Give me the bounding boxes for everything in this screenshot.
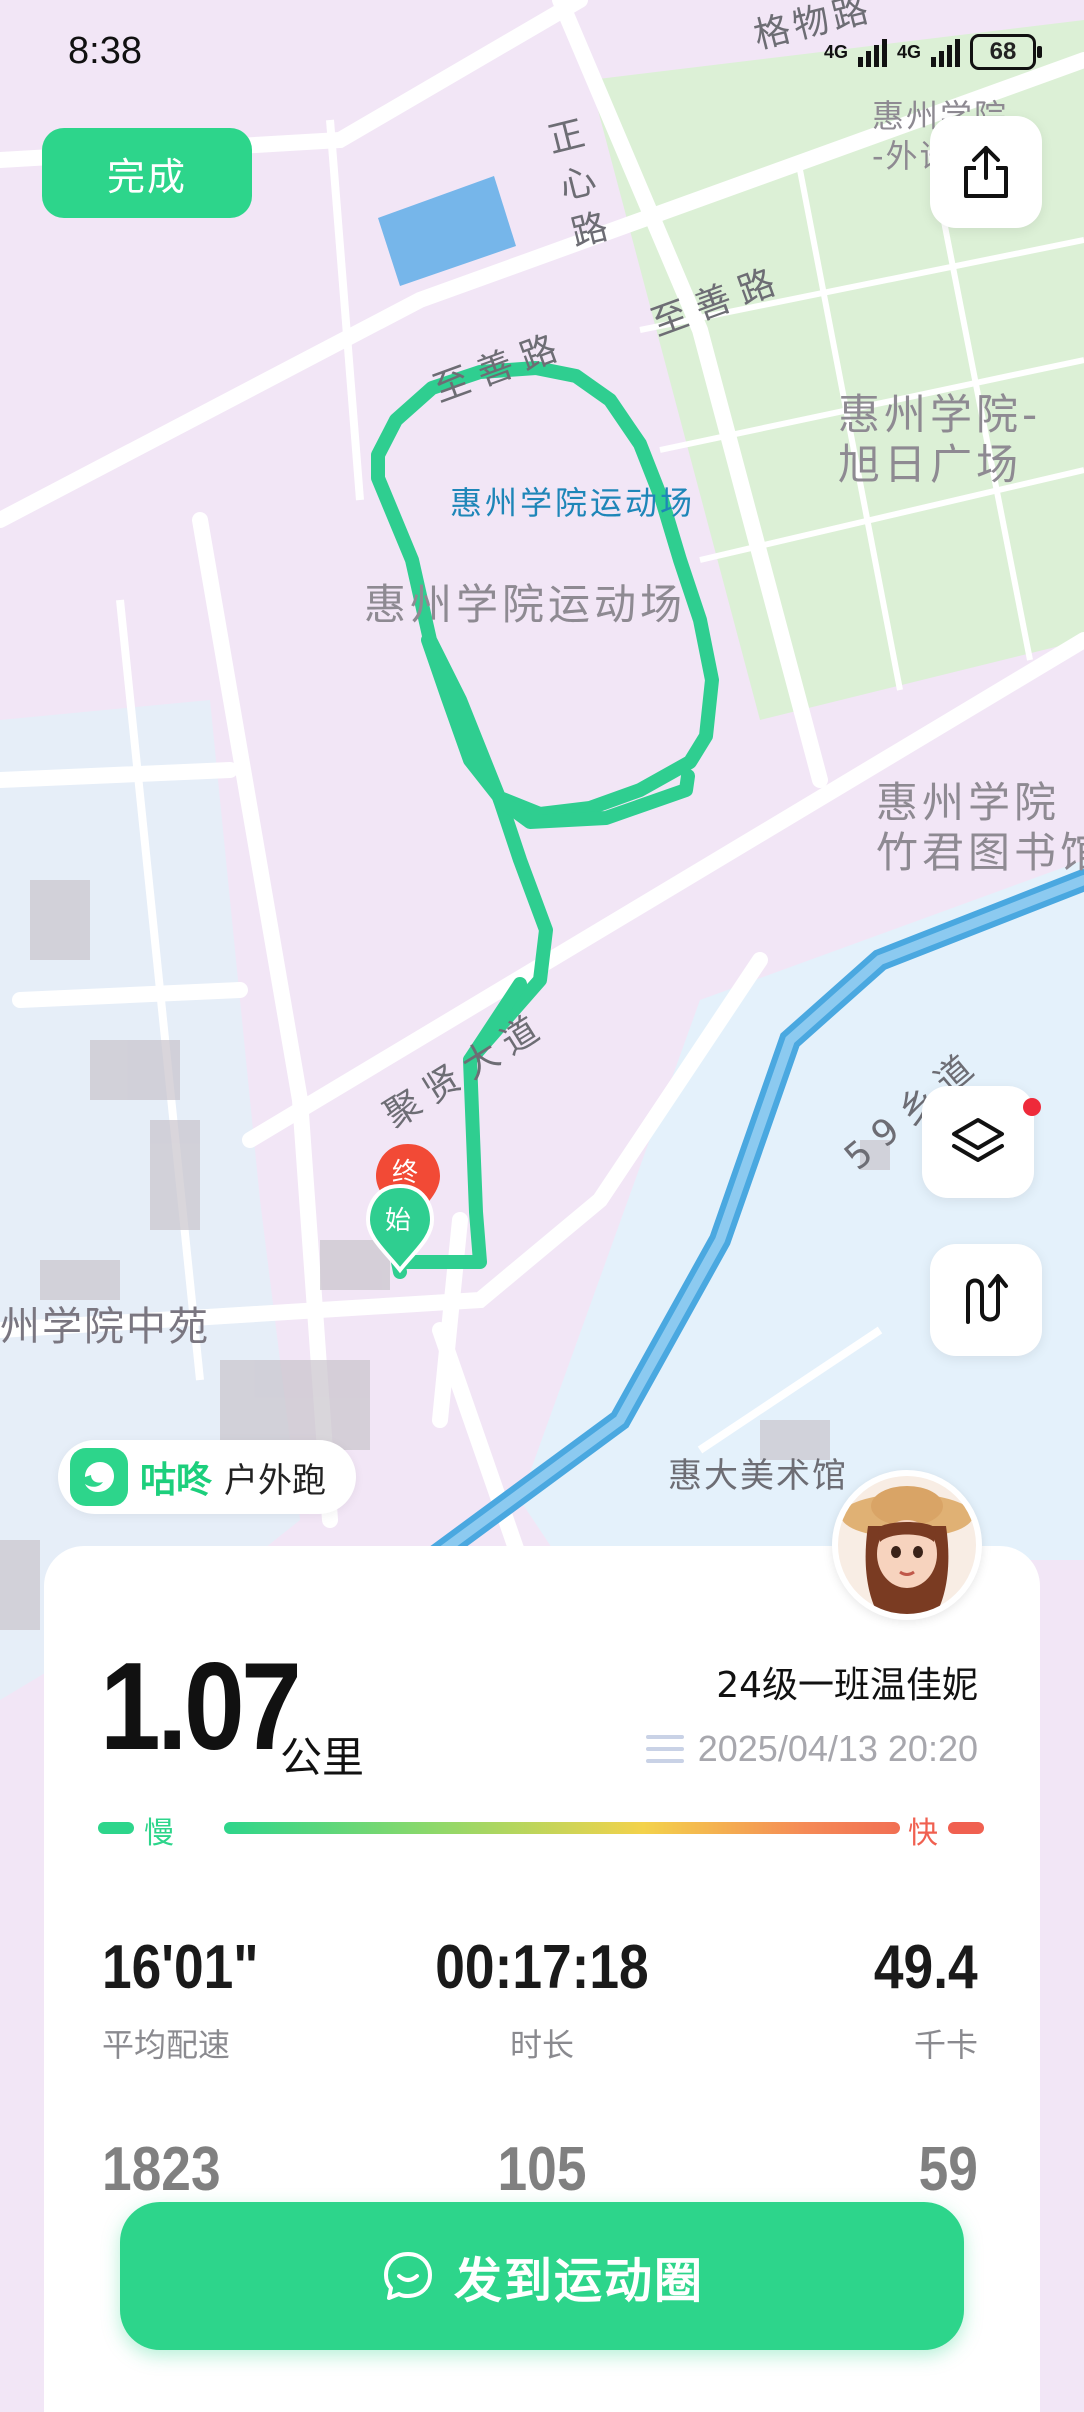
cadence-value: 105 [497, 2135, 587, 2204]
calories-value: 49.4 [874, 1933, 978, 2002]
done-button[interactable]: 完成 [42, 128, 252, 218]
avg-pace-value: 16'01" [102, 1933, 259, 2002]
notification-dot [1023, 1098, 1041, 1116]
distance-unit: 公里 [280, 1733, 365, 1782]
post-button-label: 发到运动圈 [453, 2253, 704, 2309]
start-marker-label: 始 [385, 1206, 412, 1236]
art-museum-label: 惠大美术馆 [668, 1456, 848, 1496]
codoon-logo-icon [70, 1448, 128, 1506]
route-icon [966, 1274, 1008, 1324]
pace-gradient [224, 1822, 900, 1834]
post-to-moments-button[interactable]: 发到运动圈 [120, 2202, 964, 2350]
app-badge: 咕咚 户外跑 [58, 1440, 357, 1514]
app-name: 咕咚 [140, 1460, 213, 1501]
pace-slow-label: 慢 [144, 1816, 174, 1851]
avatar-image [838, 1476, 976, 1614]
user-name: 24级一班温佳妮 [716, 1665, 978, 1706]
network-indicator-1: 4G [823, 42, 848, 62]
avg-pace-label: 平均配速 [102, 2026, 231, 2064]
duration-value: 00:17:18 [435, 1933, 649, 2002]
signal-icon [857, 37, 887, 67]
stadium-gray-label: 惠州学院运动场 [364, 580, 687, 629]
chat-smile-icon [383, 2252, 432, 2300]
sport-mode: 户外跑 [224, 1460, 327, 1501]
network-indicator-2: 4G [896, 42, 921, 62]
pace-fast-cap [948, 1822, 984, 1834]
user-avatar[interactable] [832, 1470, 982, 1620]
steps-value: 1823 [102, 2135, 221, 2204]
calories-label: 千卡 [913, 2026, 978, 2064]
duration-label: 时长 [509, 2026, 575, 2064]
stadium-blue-label: 惠州学院运动场 [450, 484, 696, 522]
pace-legend: 慢 快 [98, 1808, 984, 1851]
status-icons: 4G 4G 68 [823, 34, 1042, 70]
pace-fast-label: 快 [908, 1816, 938, 1851]
library-label: 惠州学院 竹君图书馆 [876, 778, 1084, 877]
status-time: 8:38 [68, 30, 142, 72]
layers-icon [952, 1118, 1004, 1162]
end-marker-label: 终 [392, 1158, 419, 1188]
share-button[interactable] [930, 116, 1042, 228]
date-row: 2025/04/13 20:20 [645, 1728, 978, 1770]
map-layers-button[interactable] [922, 1086, 1034, 1198]
pace-slow-cap [98, 1822, 134, 1834]
elevation-value: 59 [918, 2135, 978, 2204]
share-icon [964, 146, 1008, 198]
route-toggle-button[interactable] [930, 1244, 1042, 1356]
list-icon [645, 1735, 684, 1763]
signal-icon-2 [931, 37, 960, 67]
distance-value: 1.07 [100, 1638, 302, 1776]
zhongyuan-label: 州学院中苑 [0, 1304, 210, 1350]
battery-icon: 68 [970, 34, 1042, 70]
xuri-square-label: 惠州学院- 旭日广场 [838, 390, 1042, 489]
workout-datetime: 2025/04/13 20:20 [697, 1728, 978, 1769]
